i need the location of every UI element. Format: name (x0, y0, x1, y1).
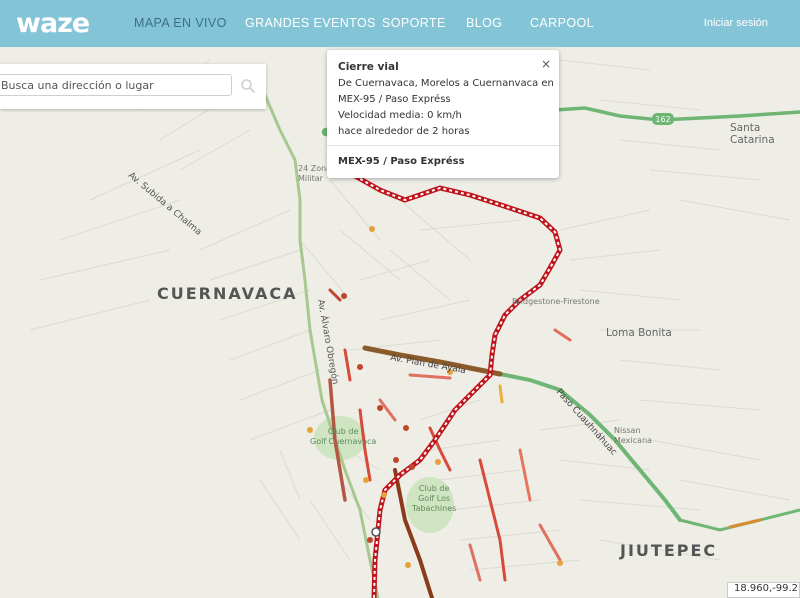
highway-shield-162: 162 (652, 113, 674, 125)
incident-dot (393, 457, 399, 463)
incident-dot (557, 560, 563, 566)
signin-link[interactable]: Iniciar sesión (704, 17, 768, 29)
road-label-plan-de-ayala: Av. Plan de Ayala (389, 353, 466, 376)
search-panel (0, 64, 266, 109)
road-label-paso-cuauhnahuac: Paso Cuauhnáhuac (554, 387, 619, 457)
nav-support[interactable]: SOPORTE (382, 16, 446, 30)
road-label-obregon: Av. Álvaro Obregón (315, 298, 342, 385)
nav-carpool[interactable]: CARPOOL (530, 16, 594, 30)
place-label-club-tabachines: Club de Golf Los Tabachines (412, 484, 457, 513)
popup-route-line2: MEX-95 / Paso Expréss (338, 94, 451, 105)
place-label-santa-catarina: Santa Catarina (730, 122, 775, 146)
road-closure-route (353, 173, 563, 598)
incident-dot (409, 464, 415, 470)
closure-start-marker (371, 527, 381, 537)
place-label-loma-bonita: Loma Bonita (606, 327, 672, 339)
place-label-club-cuernavaca: Club de Golf Cuernavaca (310, 427, 377, 446)
city-label-cuernavaca: CUERNAVACA (157, 284, 298, 303)
svg-text:162: 162 (655, 115, 670, 124)
incident-dot (435, 459, 441, 465)
road-label-chalma: Av. Subida a Chalma (126, 171, 203, 238)
incident-dot (363, 477, 369, 483)
waze-logo[interactable]: waze (16, 8, 90, 39)
nav-blog[interactable]: BLOG (466, 16, 502, 30)
nav-live-map[interactable]: MAPA EN VIVO (134, 16, 227, 30)
popup-time: hace alrededor de 2 horas (338, 126, 470, 137)
search-icon[interactable] (240, 78, 256, 94)
place-label-nissan: Nissan Mexicana (614, 426, 652, 445)
incident-dot (357, 364, 363, 370)
close-icon[interactable]: × (541, 57, 551, 71)
popup-route-line1: De Cuernavaca, Morelos a Cuernanvaca en (338, 78, 554, 89)
place-label-bridgestone: Bridgestone-Firestone (512, 297, 600, 306)
incident-dot (369, 226, 375, 232)
incident-dot (403, 425, 409, 431)
incident-dot (367, 537, 373, 543)
incident-dot (405, 562, 411, 568)
incident-dot (341, 293, 347, 299)
incident-dot (377, 405, 383, 411)
search-input[interactable] (0, 74, 232, 96)
top-navigation-bar: waze MAPA EN VIVO GRANDES EVENTOS SOPORT… (0, 0, 800, 47)
city-label-jiutepec: JIUTEPEC (620, 541, 718, 560)
popup-divider (327, 145, 559, 146)
incident-dot (381, 492, 387, 498)
nav-events[interactable]: GRANDES EVENTOS (245, 16, 376, 30)
popup-speed: Velocidad media: 0 km/h (338, 110, 462, 121)
coordinates-readout: 18.960,-99.21 (727, 582, 800, 598)
road-closure-popup: × Cierre vial De Cuernavaca, Morelos a C… (327, 50, 559, 178)
popup-title: Cierre vial (338, 61, 399, 73)
popup-road-name: MEX-95 / Paso Expréss (338, 156, 465, 167)
